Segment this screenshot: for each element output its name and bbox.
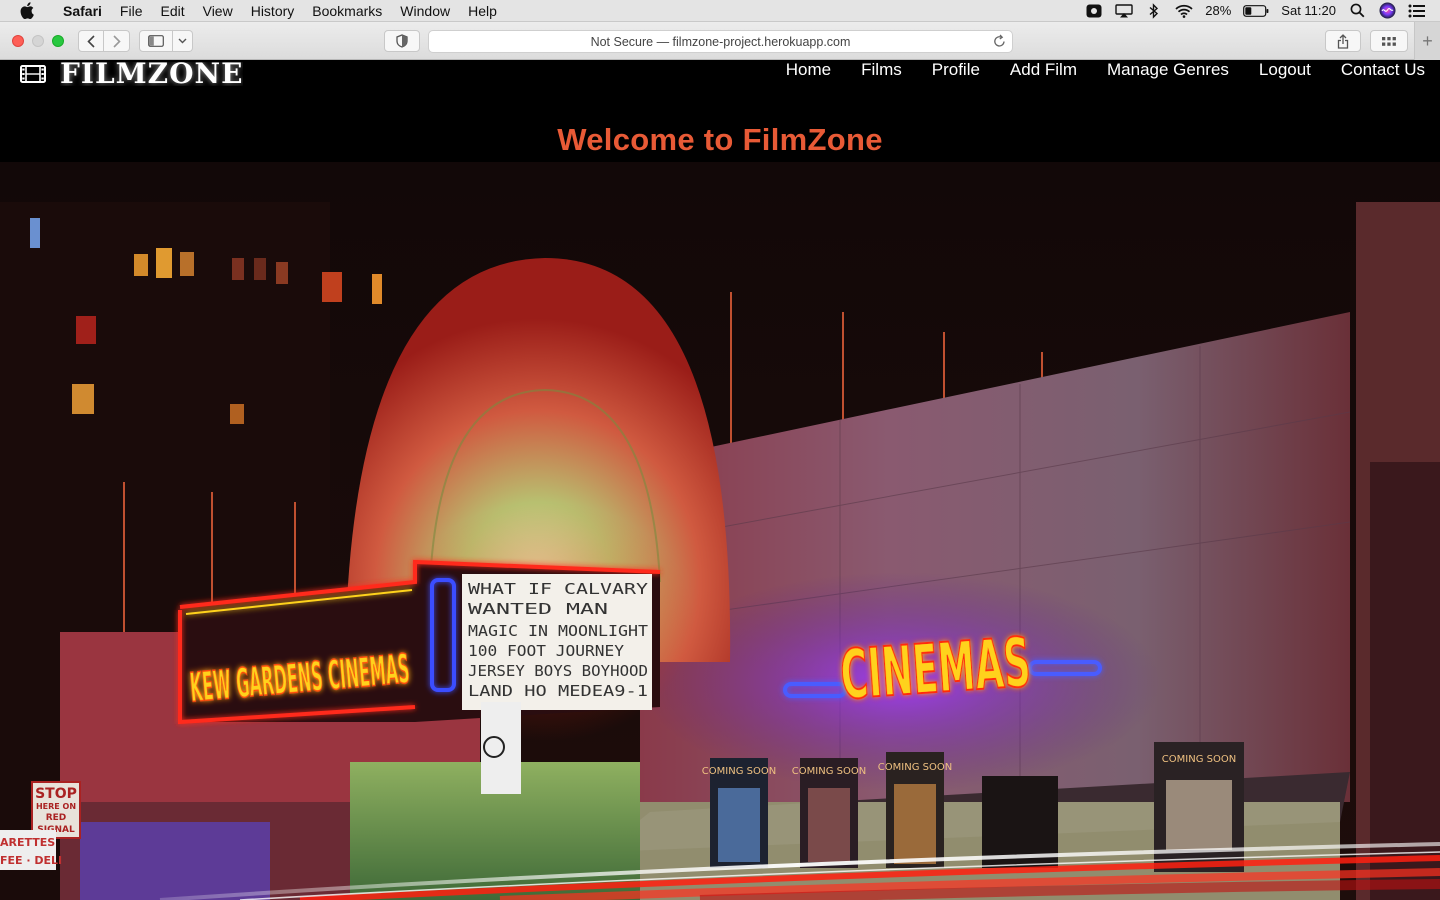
poster-label: COMING SOON (792, 766, 866, 777)
board-line: LAND HO MEDEA9-1 (468, 682, 648, 700)
welcome-heading: Welcome to FilmZone (557, 122, 883, 157)
wifi-icon[interactable] (1175, 2, 1193, 20)
poster-label: COMING SOON (702, 766, 776, 777)
sidebar-icon (148, 35, 164, 47)
browser-toolbar: Not Secure — filmzone-project.herokuapp.… (0, 22, 1440, 60)
chevron-right-icon (112, 34, 121, 48)
macos-menu-bar: Safari File Edit View History Bookmarks … (0, 0, 1440, 22)
film-icon (20, 65, 46, 83)
board-line: 100 FOOT JOURNEY (468, 642, 624, 660)
nav-manage-genres[interactable]: Manage Genres (1092, 60, 1244, 79)
stop-sign-line: HERE ON (36, 802, 76, 811)
share-button[interactable] (1325, 30, 1361, 52)
window-minimize-button[interactable] (32, 35, 44, 47)
deli-sign-line: ARETTES (0, 836, 55, 849)
bluetooth-icon[interactable] (1145, 2, 1163, 20)
nav-profile[interactable]: Profile (917, 60, 995, 79)
grid-icon (1382, 36, 1396, 46)
board-line: WHAT IF CALVARY (468, 580, 648, 598)
menu-window[interactable]: Window (391, 0, 459, 22)
forward-button[interactable] (104, 30, 130, 52)
poster-label: COMING SOON (1162, 754, 1236, 765)
neon-cinemas-sign: CINEMAS (838, 623, 1033, 715)
board-line: JERSEY BOYS BOYHOOD (468, 662, 648, 680)
deli-sign: ARETTES FEE · DELI (0, 830, 62, 870)
poster-label: COMING SOON (878, 762, 952, 773)
share-icon (1337, 33, 1349, 49)
new-tab-button[interactable]: + (1414, 22, 1440, 60)
sidebar-toggle-button[interactable] (139, 30, 173, 52)
privacy-report-button[interactable] (384, 30, 420, 52)
window-close-button[interactable] (12, 35, 24, 47)
battery-percent: 28% (1205, 3, 1232, 18)
siri-icon[interactable] (1378, 2, 1396, 20)
chevron-down-icon (178, 38, 187, 44)
hero-image: KEW GARDENS CINEMAS WHAT IF CALVARY WANT… (0, 162, 1440, 900)
nav-contact-us[interactable]: Contact Us (1326, 60, 1440, 79)
board-line: WANTED MAN (468, 600, 608, 618)
window-fullscreen-button[interactable] (52, 35, 64, 47)
board-line: MAGIC IN MOONLIGHT (468, 622, 648, 640)
status-area: 28% Sat 11:20 (1085, 2, 1440, 20)
nav-home[interactable]: Home (771, 60, 846, 79)
plus-icon: + (1422, 30, 1433, 51)
battery-icon[interactable] (1243, 2, 1269, 20)
stop-sign-line: STOP (35, 786, 77, 802)
menu-app-safari[interactable]: Safari (54, 0, 111, 22)
tab-overview-button[interactable] (1370, 30, 1408, 52)
apple-icon[interactable] (0, 2, 54, 19)
stop-here-sign: STOP HERE ON RED SIGNAL (31, 781, 81, 839)
address-text: Not Secure — filmzone-project.herokuapp.… (590, 34, 851, 49)
nav-links: Home Films Profile Add Film Manage Genre… (771, 60, 1440, 79)
sidebar-menu-button[interactable] (173, 30, 193, 52)
menu-history[interactable]: History (242, 0, 304, 22)
nav-add-film[interactable]: Add Film (995, 60, 1092, 79)
menu-file[interactable]: File (111, 0, 152, 22)
menu-help[interactable]: Help (459, 0, 506, 22)
back-button[interactable] (78, 30, 104, 52)
airplay-icon[interactable] (1115, 2, 1133, 20)
address-bar[interactable]: Not Secure — filmzone-project.herokuapp.… (428, 30, 1013, 53)
screen-record-icon[interactable] (1085, 2, 1103, 20)
menu-view[interactable]: View (194, 0, 242, 22)
logo-text: FILMZONE (60, 62, 244, 86)
nav-logout[interactable]: Logout (1244, 60, 1326, 79)
chevron-left-icon (87, 34, 95, 48)
site-logo[interactable]: FILMZONE (20, 62, 243, 86)
reload-icon[interactable] (993, 34, 1006, 51)
nav-films[interactable]: Films (846, 60, 917, 79)
shield-icon (396, 34, 408, 48)
clock[interactable]: Sat 11:20 (1281, 3, 1336, 18)
spotlight-search-icon[interactable] (1348, 2, 1366, 20)
webpage: KEW GARDENS CINEMAS WHAT IF CALVARY WANT… (0, 60, 1440, 900)
deli-sign-line: FEE · DELI (0, 854, 62, 867)
site-navbar: FILMZONE Home Films Profile Add Film Man… (0, 60, 1440, 100)
stop-sign-line: RED (46, 813, 67, 823)
notification-center-icon[interactable] (1408, 2, 1426, 20)
menu-bookmarks[interactable]: Bookmarks (303, 0, 391, 22)
menu-edit[interactable]: Edit (151, 0, 193, 22)
